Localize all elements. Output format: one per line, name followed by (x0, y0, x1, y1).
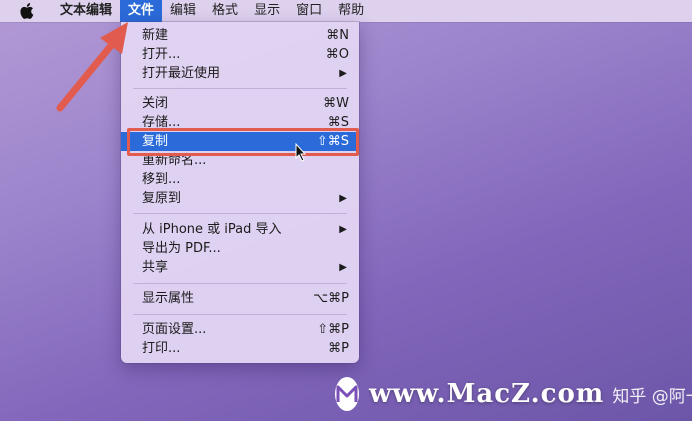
watermark-site: www.MacZ.com (369, 379, 605, 409)
watermark-author: 知乎 @阿一阿 (612, 386, 692, 407)
mouse-cursor-icon (295, 142, 307, 162)
macz-logo-icon (335, 377, 359, 411)
watermark: www.MacZ.com 知乎 @阿一阿 (335, 372, 692, 416)
